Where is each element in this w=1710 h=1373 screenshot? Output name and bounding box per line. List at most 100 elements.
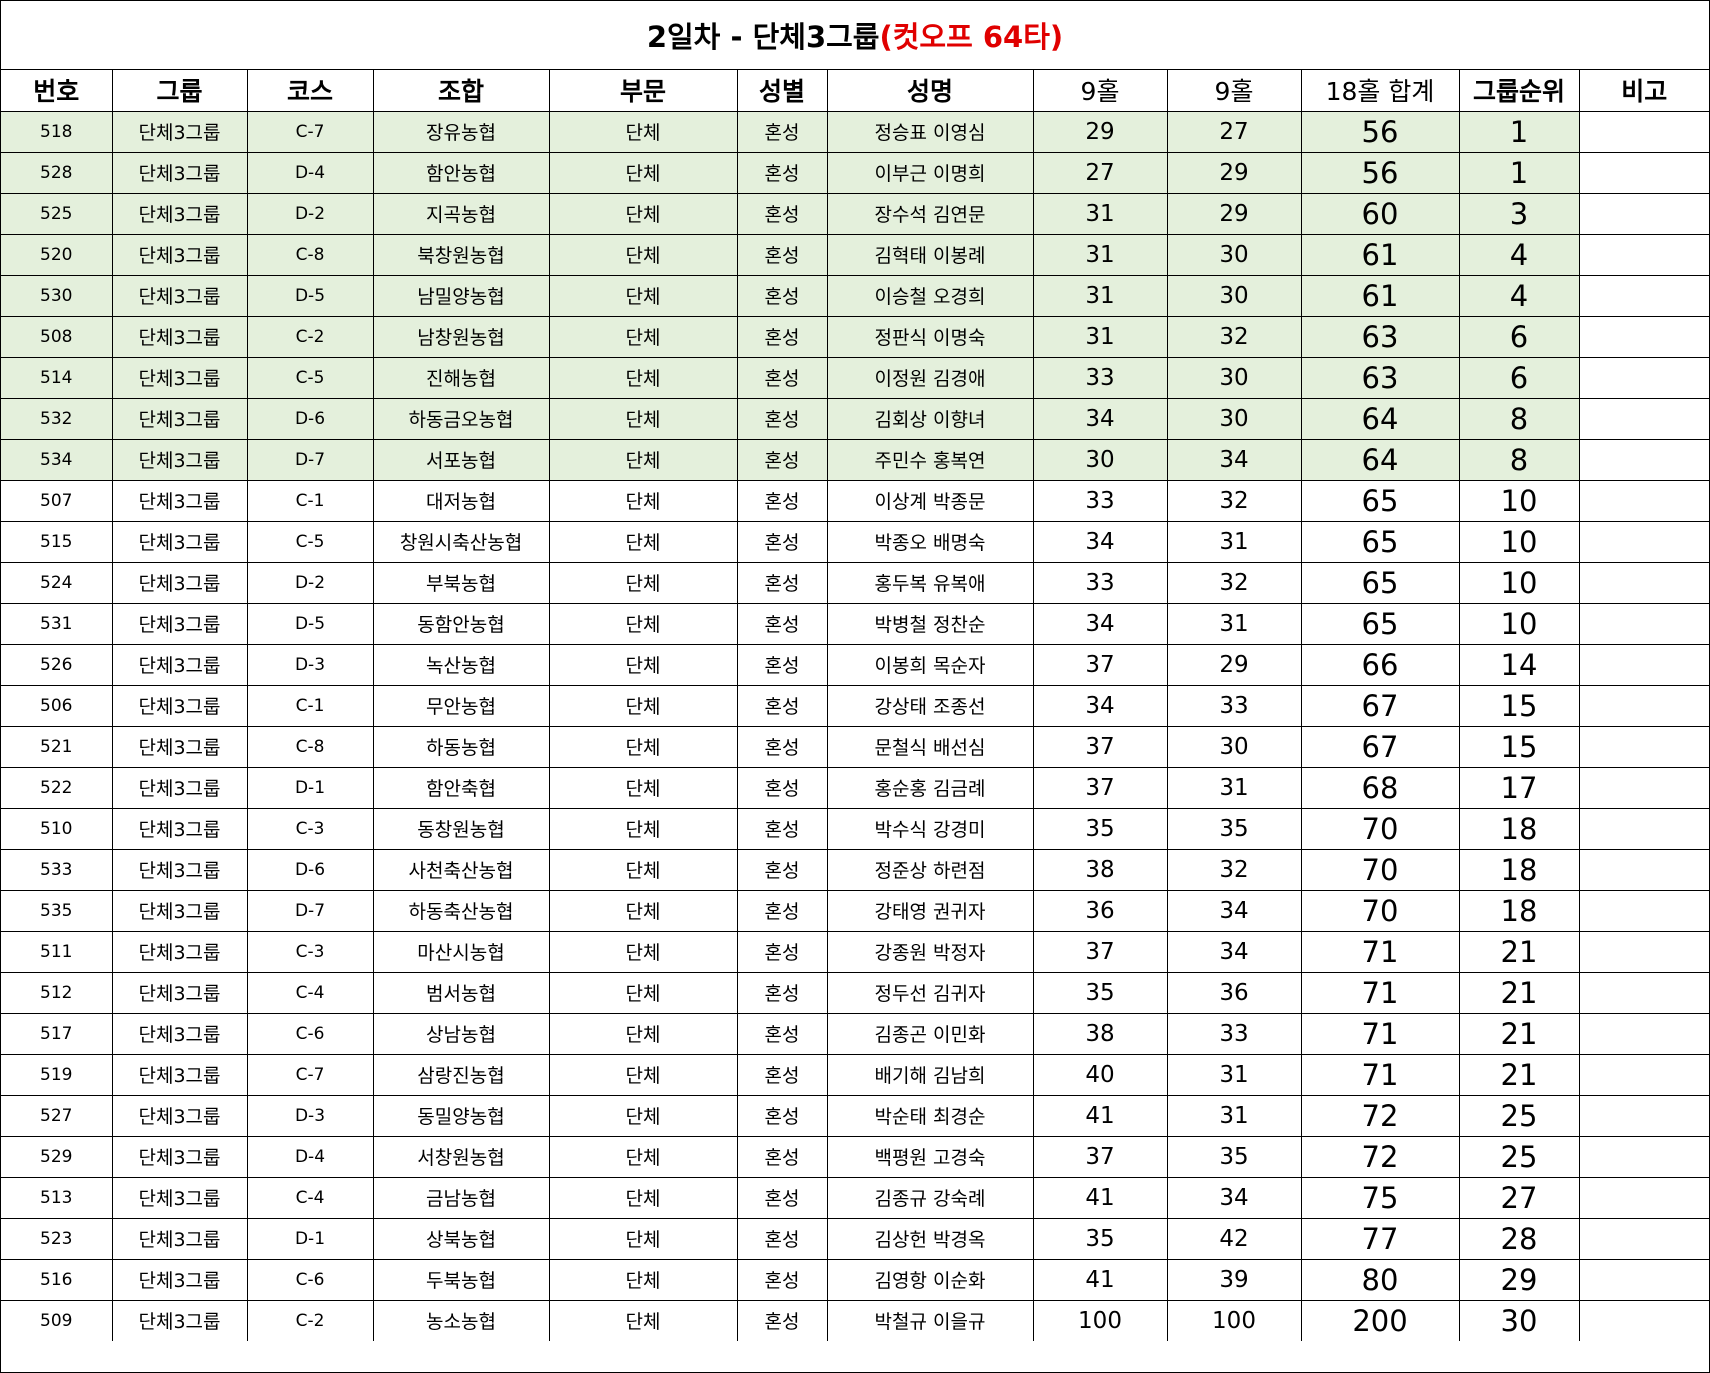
back-nine-cell: 33	[1166, 1012, 1302, 1055]
front-nine-cell: 36	[1032, 889, 1168, 932]
course-cell: D-6	[246, 848, 374, 891]
division-cell: 단체	[548, 233, 738, 276]
group-rank-cell: 29	[1458, 1258, 1580, 1301]
gender-cell: 혼성	[736, 930, 828, 973]
group-rank-cell: 21	[1458, 971, 1580, 1014]
back-nine-cell: 30	[1166, 274, 1302, 317]
back-nine-cell: 27	[1166, 110, 1302, 153]
front-nine-cell: 37	[1032, 1135, 1168, 1178]
front-nine-cell: 40	[1032, 1053, 1168, 1096]
course-cell: C-3	[246, 807, 374, 850]
table-row: 527 단체3그룹 D-3 동밀양농협 단체 혼성 박순태 최경순 41 31 72 25	[1, 1094, 1709, 1137]
group-cell: 단체3그룹	[111, 192, 248, 235]
front-nine-cell: 37	[1032, 725, 1168, 768]
note-cell	[1578, 1217, 1709, 1260]
course-cell: D-4	[246, 151, 374, 194]
table-row: 524 단체3그룹 D-2 부북농협 단체 혼성 홍두복 유복애 33 32 65 10	[1, 561, 1709, 604]
row-number-cell: 510	[1, 807, 113, 850]
table-row: 508 단체3그룹 C-2 남창원농협 단체 혼성 정판식 이명숙 31 32 63 6	[1, 315, 1709, 358]
note-cell	[1578, 151, 1709, 194]
gender-cell: 혼성	[736, 479, 828, 522]
title-cutoff: (컷오프 64타)	[879, 20, 1064, 54]
group-rank-cell: 21	[1458, 930, 1580, 973]
back-nine-cell: 30	[1166, 725, 1302, 768]
note-cell	[1578, 1299, 1709, 1341]
front-nine-cell: 31	[1032, 233, 1168, 276]
total-score-cell: 65	[1300, 561, 1460, 604]
table-row: 519 단체3그룹 C-7 삼랑진농협 단체 혼성 배기해 김남희 40 31 71 21	[1, 1053, 1709, 1096]
player-names-cell: 정두선 김귀자	[826, 971, 1034, 1014]
front-nine-cell: 30	[1032, 438, 1168, 481]
col-header-course: 코스	[246, 70, 374, 112]
col-header-rank: 그룹순위	[1458, 70, 1580, 112]
note-cell	[1578, 520, 1709, 563]
back-nine-cell: 29	[1166, 643, 1302, 686]
division-cell: 단체	[548, 438, 738, 481]
front-nine-cell: 34	[1032, 520, 1168, 563]
course-cell: D-7	[246, 438, 374, 481]
col-header-note: 비고	[1578, 70, 1709, 112]
player-names-cell: 정판식 이명숙	[826, 315, 1034, 358]
group-rank-cell: 4	[1458, 274, 1580, 317]
player-names-cell: 홍두복 유복애	[826, 561, 1034, 604]
table-row: 526 단체3그룹 D-3 녹산농협 단체 혼성 이봉희 목순자 37 29 66 14	[1, 643, 1709, 686]
player-names-cell: 김상헌 박경옥	[826, 1217, 1034, 1260]
table-row: 517 단체3그룹 C-6 상남농협 단체 혼성 김종곤 이민화 38 33 71 21	[1, 1012, 1709, 1055]
back-nine-cell: 30	[1166, 233, 1302, 276]
player-names-cell: 주민수 홍복연	[826, 438, 1034, 481]
back-nine-cell: 36	[1166, 971, 1302, 1014]
association-cell: 상남농협	[372, 1012, 550, 1055]
player-names-cell: 김회상 이향녀	[826, 397, 1034, 440]
total-score-cell: 66	[1300, 643, 1460, 686]
front-nine-cell: 27	[1032, 151, 1168, 194]
row-number-cell: 506	[1, 684, 113, 727]
table-row: 530 단체3그룹 D-5 남밀양농협 단체 혼성 이승철 오경희 31 30 61 4	[1, 274, 1709, 317]
col-header-total18: 18홀 합계	[1300, 70, 1460, 112]
total-score-cell: 60	[1300, 192, 1460, 235]
division-cell: 단체	[548, 274, 738, 317]
player-names-cell: 이부근 이명희	[826, 151, 1034, 194]
gender-cell: 혼성	[736, 766, 828, 809]
front-nine-cell: 38	[1032, 1012, 1168, 1055]
group-rank-cell: 18	[1458, 848, 1580, 891]
note-cell	[1578, 561, 1709, 604]
front-nine-cell: 33	[1032, 356, 1168, 399]
total-score-cell: 71	[1300, 1012, 1460, 1055]
gender-cell: 혼성	[736, 1258, 828, 1301]
player-names-cell: 이정원 김경애	[826, 356, 1034, 399]
player-names-cell: 강상태 조종선	[826, 684, 1034, 727]
course-cell: C-6	[246, 1258, 374, 1301]
group-rank-cell: 18	[1458, 889, 1580, 932]
course-cell: C-3	[246, 930, 374, 973]
association-cell: 사천축산농협	[372, 848, 550, 891]
row-number-cell: 529	[1, 1135, 113, 1178]
row-number-cell: 512	[1, 971, 113, 1014]
gender-cell: 혼성	[736, 971, 828, 1014]
total-score-cell: 77	[1300, 1217, 1460, 1260]
header-row: 번호 그룹 코스 조합 부문 성별 성명 9홀 9홀 18홀 합계 그룹순위 비…	[1, 70, 1709, 112]
front-nine-cell: 37	[1032, 643, 1168, 686]
group-rank-cell: 15	[1458, 684, 1580, 727]
front-nine-cell: 100	[1032, 1299, 1168, 1341]
front-nine-cell: 34	[1032, 397, 1168, 440]
total-score-cell: 65	[1300, 520, 1460, 563]
gender-cell: 혼성	[736, 561, 828, 604]
back-nine-cell: 34	[1166, 889, 1302, 932]
row-number-cell: 514	[1, 356, 113, 399]
front-nine-cell: 37	[1032, 930, 1168, 973]
back-nine-cell: 31	[1166, 766, 1302, 809]
total-score-cell: 80	[1300, 1258, 1460, 1301]
note-cell	[1578, 356, 1709, 399]
gender-cell: 혼성	[736, 1135, 828, 1178]
course-cell: C-7	[246, 110, 374, 153]
group-cell: 단체3그룹	[111, 233, 248, 276]
front-nine-cell: 41	[1032, 1176, 1168, 1219]
note-cell	[1578, 110, 1709, 153]
back-nine-cell: 32	[1166, 561, 1302, 604]
course-cell: D-4	[246, 1135, 374, 1178]
association-cell: 장유농협	[372, 110, 550, 153]
gender-cell: 혼성	[736, 725, 828, 768]
front-nine-cell: 41	[1032, 1094, 1168, 1137]
group-cell: 단체3그룹	[111, 561, 248, 604]
division-cell: 단체	[548, 151, 738, 194]
